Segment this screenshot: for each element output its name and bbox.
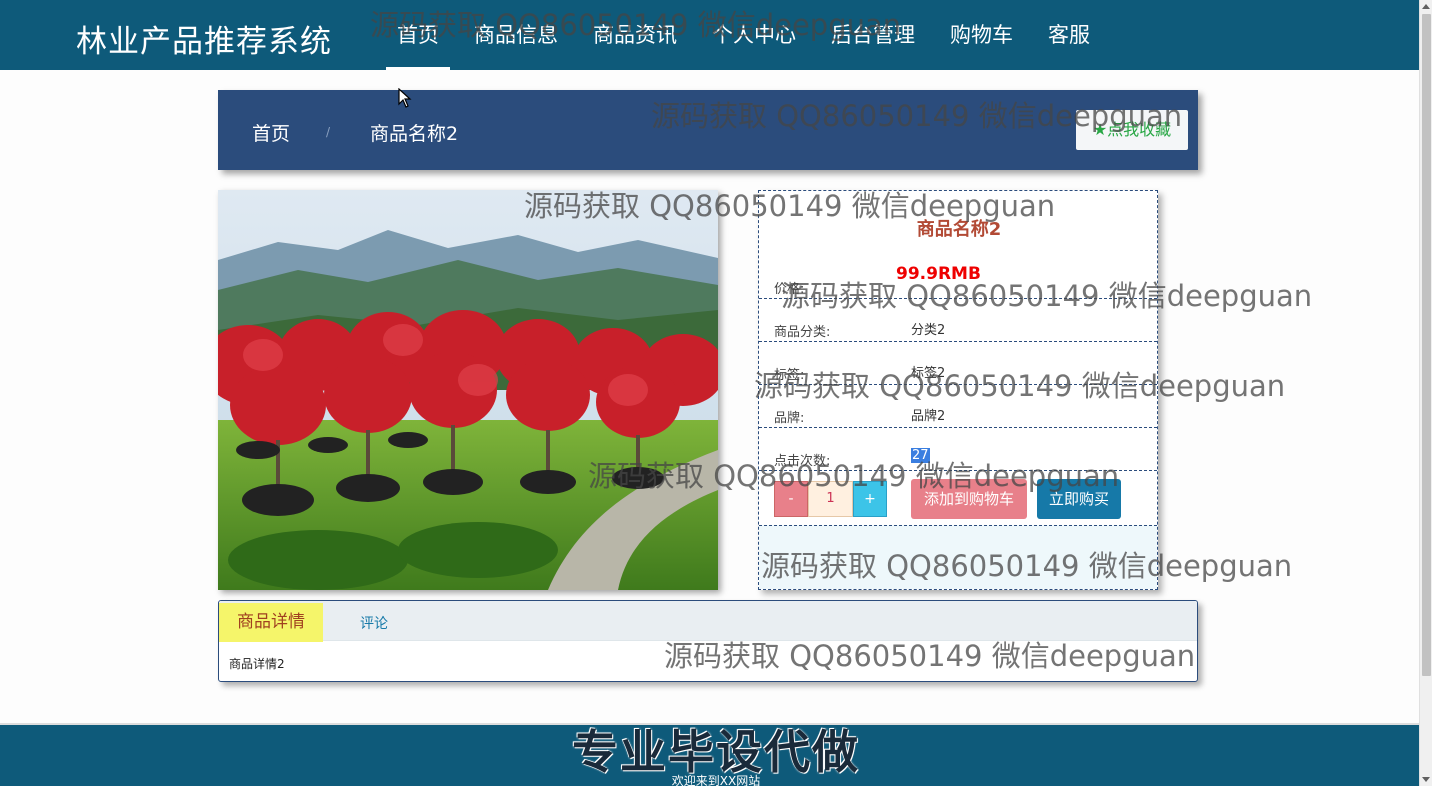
breadcrumb-current: 商品名称2 <box>370 123 459 145</box>
page-scrollbar[interactable] <box>1419 0 1432 786</box>
nav-profile[interactable]: 个人中心 <box>701 0 807 70</box>
add-to-cart-button[interactable]: 添加到购物车 <box>911 479 1027 519</box>
product-photo <box>218 190 718 590</box>
brand-label: 品牌: <box>774 411 805 426</box>
price-row: 价格: 99.9RMB <box>759 256 1157 299</box>
category-label: 商品分类: <box>774 325 831 340</box>
top-navbar: 林业产品推荐系统 首页 商品信息 商品资讯 个人中心 后台管理 购物车 客服 <box>0 0 1419 70</box>
category-value: 分类2 <box>911 323 946 338</box>
footer-welcome: 欢迎来到XX网站 <box>671 774 761 786</box>
tag-value: 标签2 <box>911 366 946 381</box>
breadcrumb-separator: / <box>326 125 331 139</box>
tab-product-detail[interactable]: 商品详情 <box>219 603 323 642</box>
scrollbar-thumb[interactable] <box>1422 14 1431 676</box>
scroll-up-icon[interactable] <box>1422 4 1430 9</box>
mouse-cursor-icon <box>398 88 412 108</box>
buy-now-button[interactable]: 立即购买 <box>1037 479 1121 519</box>
tab-content: 商品详情2 <box>229 657 285 671</box>
nav-news[interactable]: 商品资讯 <box>582 0 688 70</box>
info-panel-footer <box>759 525 1157 589</box>
favorite-button[interactable]: ★点我收藏 <box>1076 110 1188 150</box>
price-label: 价格: <box>774 282 805 297</box>
price-value: 99.9RMB <box>896 264 981 284</box>
site-brand[interactable]: 林业产品推荐系统 <box>76 16 332 61</box>
tab-reviews[interactable]: 评论 <box>360 613 388 633</box>
clicks-value: 27 <box>911 448 930 463</box>
nav-home[interactable]: 首页 <box>386 0 450 70</box>
category-row: 商品分类: 分类2 <box>759 299 1157 342</box>
quantity-input[interactable]: 1 <box>808 481 853 517</box>
product-info-panel: 商品名称2 价格: 99.9RMB 商品分类: 分类2 标签: 标签2 品牌: … <box>758 190 1158 590</box>
product-image[interactable] <box>218 190 718 590</box>
nav-products[interactable]: 商品信息 <box>463 0 569 70</box>
breadcrumb: 首页 / 商品名称2 ★点我收藏 <box>218 90 1198 170</box>
nav-support[interactable]: 客服 <box>1037 0 1101 70</box>
main-nav: 首页 商品信息 商品资讯 个人中心 后台管理 购物车 客服 <box>386 0 1114 70</box>
tag-row: 标签: 标签2 <box>759 342 1157 385</box>
breadcrumb-home[interactable]: 首页 <box>252 119 290 146</box>
quantity-increase-button[interactable]: + <box>853 481 887 517</box>
product-title: 商品名称2 <box>916 219 1002 240</box>
nav-cart[interactable]: 购物车 <box>939 0 1024 70</box>
brand-row: 品牌: 品牌2 <box>759 385 1157 428</box>
tab-header: 商品详情 评论 <box>219 601 1197 642</box>
product-tabs: 商品详情 评论 商品详情2 <box>218 600 1198 682</box>
clicks-label: 点击次数: <box>774 454 831 469</box>
brand-value: 品牌2 <box>911 409 946 424</box>
tag-label: 标签: <box>774 368 805 383</box>
clicks-row: 点击次数: 27 <box>759 428 1157 471</box>
quantity-decrease-button[interactable]: - <box>774 481 808 517</box>
nav-admin[interactable]: 后台管理 <box>820 0 926 70</box>
